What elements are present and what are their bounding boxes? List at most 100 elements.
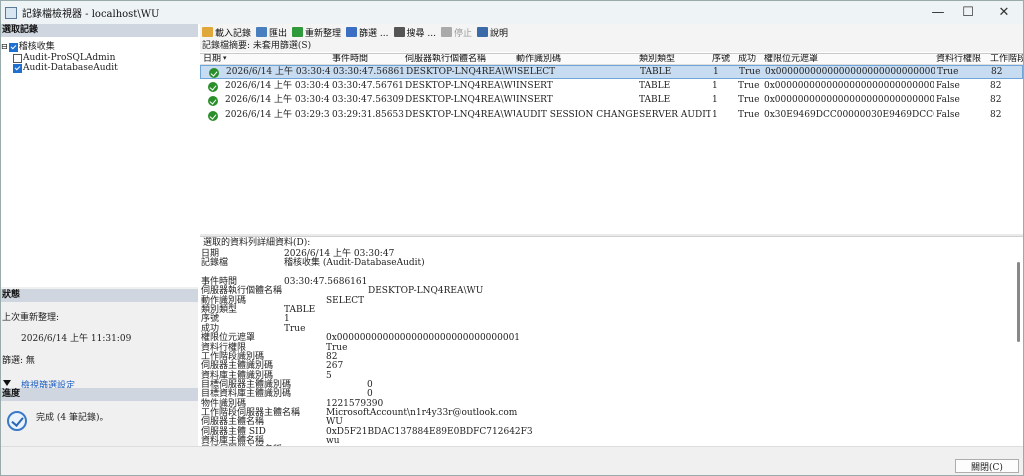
cell-server-instance: DESKTOP-LNQ4REA\WU	[405, 109, 515, 120]
collapse-icon[interactable]: ⊟	[1, 42, 8, 52]
cell-action-id: SELECT	[517, 67, 556, 77]
cell-class-type: TABLE	[639, 95, 671, 105]
detail-field-label: 目標資料庫主體識別碼	[201, 389, 292, 400]
detail-field-value: 稽核收集 (Audit-DatabaseAudit)	[284, 258, 425, 269]
column-header[interactable]: 類別類型	[639, 54, 711, 65]
cell-session: 82	[990, 80, 1002, 91]
cell-action-id: AUDIT SESSION CHANGED	[516, 109, 638, 120]
detail-field-label: 權限位元遮罩	[201, 333, 256, 344]
refresh-button[interactable]: 重新整理	[292, 26, 341, 39]
cell-succeeded: True	[738, 95, 760, 105]
cell-action-id: INSERT	[516, 80, 553, 91]
last-refresh-label: 上次重新整理:	[2, 313, 60, 323]
left-pane: 選取記錄 ⊟ 稽核收集 Audit-ProSQLAdmin Audit-Data…	[1, 24, 198, 446]
table-row[interactable]: 2026/6/14 上午 03:30:4703:30:47.5630991DES…	[200, 94, 1023, 108]
cell-permission-bitmask: 0x00000000000000000000000000000001	[765, 67, 935, 77]
export-button[interactable]: 匯出	[256, 26, 287, 39]
cell-sequence: 1	[712, 109, 718, 120]
toolbar-label: 重新整理	[305, 28, 342, 39]
select-logs-header: 選取記錄	[1, 24, 198, 37]
stop-icon	[440, 27, 452, 37]
log-summary: 記錄檔摘要: 未套用篩選(S)	[200, 40, 1023, 52]
detail-field-value: SELECT	[326, 295, 365, 306]
grid-header: 日期 ▾ 事件時間 伺服器執行個體名稱 動作識別碼 類別類型 序號 成功 權限位元遮罩 資料行權限…	[200, 54, 1023, 65]
filter-button[interactable]: 篩選 ...	[346, 26, 389, 39]
cell-succeeded: True	[738, 80, 760, 91]
search-button[interactable]: 搜尋 ...	[393, 26, 436, 39]
cell-action-id: INSERT	[516, 95, 553, 105]
column-header[interactable]: 動作識別碼	[516, 54, 638, 65]
detail-field-value: DESKTOP-LNQ4REA\WU	[368, 286, 484, 297]
column-header[interactable]: 工作階段	[990, 54, 1023, 65]
success-check-icon	[208, 81, 218, 92]
detail-field-label: 伺服器主體名稱	[201, 417, 265, 428]
app-icon	[5, 6, 17, 19]
vertical-scrollbar[interactable]	[1017, 262, 1020, 342]
toolbar-label: 篩選 ...	[359, 28, 389, 39]
folder-open-icon	[202, 27, 213, 37]
cell-date: 2026/6/14 上午 03:30:47	[225, 80, 330, 91]
detail-field-label: 伺服器主體識別碼	[201, 361, 274, 372]
right-pane: 載入記錄 匯出 重新整理 篩選 ... 搜尋 ... 停止 說明 記錄檔摘要: 未套用篩選(…	[200, 24, 1023, 446]
tree-item-databaseaudit[interactable]: Audit-DatabaseAudit	[13, 63, 118, 73]
window-title: 記錄檔檢視器 - localhost\WU	[22, 9, 160, 20]
cell-server-instance: DESKTOP-LNQ4REA\WU	[405, 95, 515, 105]
cell-class-type: SERVER AUDIT	[639, 109, 711, 120]
cell-column-permission: True	[937, 67, 959, 77]
column-header[interactable]: 資料行權限	[936, 54, 988, 65]
cell-event-time: 03:29:31.8565372	[332, 109, 404, 120]
stop-button[interactable]: 停止	[440, 26, 472, 39]
tree-root-label: 稽核收集	[18, 42, 55, 52]
table-row[interactable]: 2026/6/14 上午 03:30:4703:30:47.5676119DES…	[200, 80, 1023, 94]
detail-field-value: 03:30:47.5686161	[284, 277, 368, 288]
cell-class-type: TABLE	[639, 80, 671, 91]
column-header[interactable]: 伺服器執行個體名稱	[405, 54, 515, 65]
column-header[interactable]: 事件時間	[332, 54, 404, 65]
cell-sequence: 1	[713, 67, 719, 77]
cell-succeeded: True	[739, 67, 761, 77]
cell-server-instance: DESKTOP-LNQ4REA\WU	[405, 80, 515, 91]
detail-field-label: 記錄檔	[201, 258, 229, 269]
last-refresh-value: 2026/6/14 上午 11:31:09	[21, 334, 132, 344]
help-button[interactable]: 說明	[476, 26, 508, 39]
detail-field-value: True	[284, 323, 306, 334]
toolbar-label: 說明	[489, 28, 508, 39]
toolbar-label: 匯出	[269, 28, 288, 39]
item-checkbox[interactable]	[13, 63, 22, 73]
cell-permission-bitmask: 0x00000000000000000000000000000008	[764, 95, 934, 105]
table-row[interactable]: 2026/6/14 上午 03:29:3103:29:31.8565372DES…	[200, 109, 1023, 123]
refresh-icon	[292, 27, 304, 37]
cell-event-time: 03:30:47.5630991	[332, 95, 404, 105]
detail-field-value: 0xD5F21BDAC137884E89E0BDFC712642F3	[326, 426, 533, 437]
log-tree: ⊟ 稽核收集 Audit-ProSQLAdmin Audit-DatabaseA…	[1, 37, 198, 287]
detail-field-value: 5	[326, 370, 332, 381]
column-header[interactable]: 權限位元遮罩	[764, 54, 934, 65]
status-header: 狀態	[1, 289, 198, 302]
close-button[interactable]: 關閉(C)	[955, 459, 1019, 473]
cell-class-type: TABLE	[640, 67, 672, 77]
toolbar-label: 停止	[453, 28, 472, 39]
cell-column-permission: False	[936, 80, 960, 91]
sort-arrow-icon: ▾	[223, 54, 227, 62]
detail-panel: 選取的資料列詳細資料(D): 日期 2026/6/14 上午 03:30:47 記錄…	[200, 237, 1023, 446]
title-bar: 記錄檔檢視器 - localhost\WU — ☐ ✕	[1, 1, 1023, 24]
tree-item-prosqladmin[interactable]: Audit-ProSQLAdmin	[13, 53, 115, 63]
column-header[interactable]: 成功	[738, 54, 763, 65]
expand-triangle-icon[interactable]	[3, 380, 11, 386]
table-row[interactable]: 2026/6/14 上午 03:30:4703:30:47.5686161DES…	[200, 65, 1023, 79]
cell-server-instance: DESKTOP-LNQ4REA\WU	[406, 67, 516, 77]
toolbar-label: 搜尋 ...	[406, 28, 436, 39]
column-header[interactable]: 序號	[712, 54, 737, 65]
detail-field-value: wu	[326, 436, 340, 446]
tree-root[interactable]: ⊟ 稽核收集	[1, 42, 55, 52]
cell-sequence: 1	[712, 80, 718, 91]
cell-event-time: 03:30:47.5686161	[333, 67, 405, 77]
success-check-icon	[208, 110, 218, 121]
item-checkbox[interactable]	[13, 53, 22, 63]
cell-date: 2026/6/14 上午 03:30:47	[225, 95, 330, 105]
filter-status: 篩選: 無	[2, 356, 35, 366]
close-window-button[interactable]: ✕	[981, 1, 1024, 24]
detail-field-value: 267	[326, 361, 344, 372]
root-checkbox[interactable]	[8, 42, 18, 52]
load-log-button[interactable]: 載入記錄	[202, 26, 251, 39]
